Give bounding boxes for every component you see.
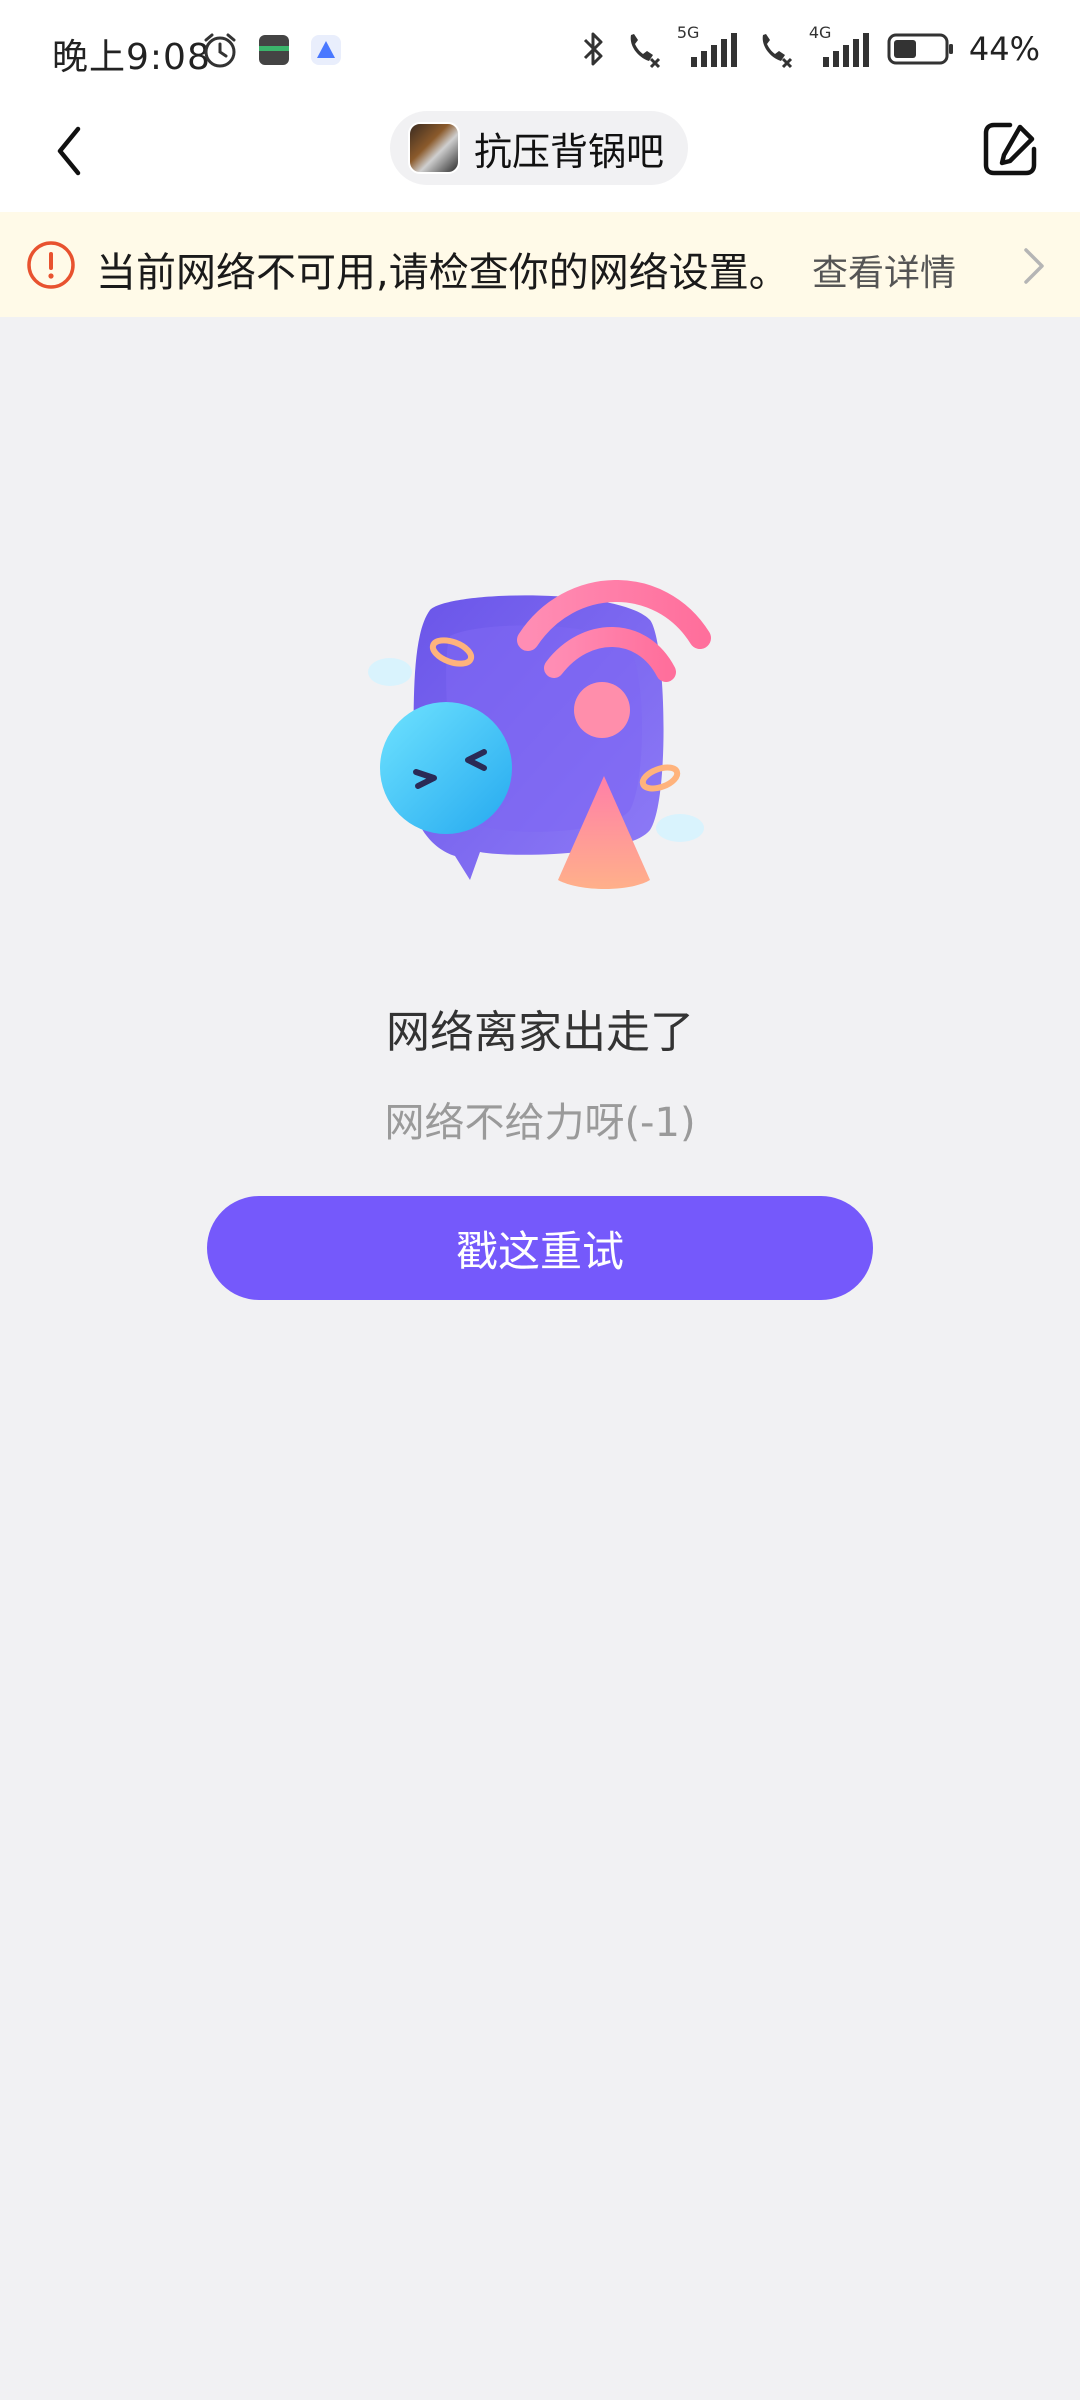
call-disabled-icon bbox=[630, 34, 660, 69]
back-button[interactable] bbox=[40, 121, 100, 181]
network-warning-message: 当前网络不可用,请检查你的网络设置。 bbox=[96, 250, 789, 296]
edit-icon bbox=[983, 122, 1037, 176]
chevron-left-icon bbox=[57, 126, 81, 176]
signal-5g-icon bbox=[690, 33, 737, 67]
error-title: 网络离家出走了 bbox=[386, 1007, 694, 1058]
app-notification-icon bbox=[259, 35, 289, 65]
signal-4g-icon bbox=[822, 33, 869, 67]
retry-button[interactable]: 戳这重试 bbox=[207, 1196, 873, 1300]
network-warning-banner[interactable]: 当前网络不可用,请检查你的网络设置。 查看详情 bbox=[0, 212, 1080, 317]
forum-avatar bbox=[408, 122, 460, 174]
error-subtitle: 网络不给力呀(-1) bbox=[384, 1100, 696, 1146]
app-notification-icon-2 bbox=[311, 35, 341, 65]
call-disabled-icon-2 bbox=[762, 34, 792, 69]
status-time: 晚上9:08 bbox=[52, 37, 211, 78]
alarm-icon bbox=[204, 33, 236, 68]
status-right-icons: 5G 4G 44% bbox=[579, 23, 1040, 70]
signal-5g-group: 5G bbox=[677, 23, 741, 69]
signal-4g-group: 4G bbox=[809, 23, 873, 69]
status-left-icons bbox=[200, 30, 344, 70]
top-navigation: 抗压背锅吧 bbox=[0, 105, 1080, 212]
battery-icon bbox=[887, 33, 953, 65]
forum-title-chip[interactable]: 抗压背锅吧 bbox=[390, 111, 689, 185]
status-bar: 晚上9:08 5G 4G 44% bbox=[0, 0, 1080, 105]
battery-percent: 44% bbox=[968, 30, 1040, 68]
bluetooth-icon bbox=[583, 32, 603, 66]
network-error-illustration bbox=[368, 580, 711, 889]
chevron-right-icon bbox=[1024, 248, 1044, 284]
view-details-link[interactable]: 查看详情 bbox=[812, 244, 956, 296]
forum-name: 抗压背锅吧 bbox=[474, 129, 665, 174]
edit-post-button[interactable] bbox=[978, 117, 1042, 181]
warning-icon bbox=[27, 241, 75, 289]
